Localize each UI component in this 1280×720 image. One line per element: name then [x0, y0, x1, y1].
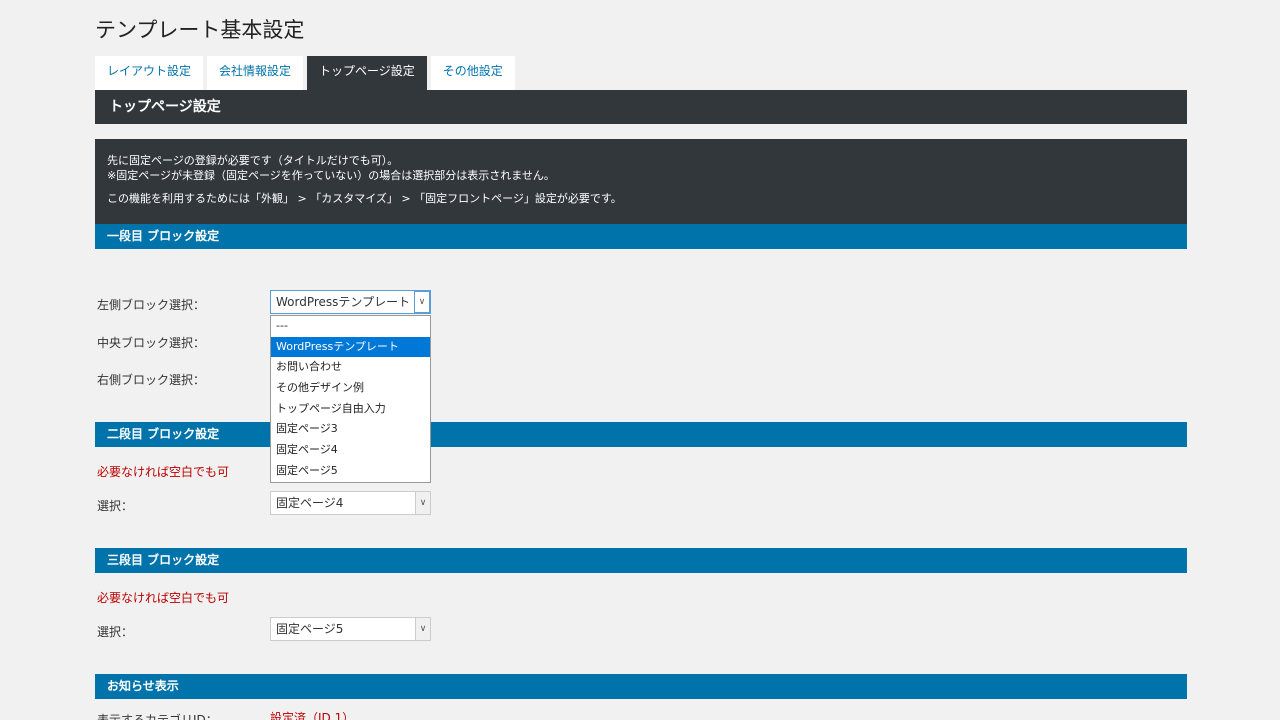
tab-bar: レイアウト設定 会社情報設定 トップページ設定 その他設定: [95, 56, 519, 90]
block2-select-label: 選択：: [97, 499, 134, 513]
block2-select-value: 固定ページ4: [276, 496, 344, 510]
left-block-dropdown-list: --- WordPressテンプレート お問い合わせ その他デザイン例 トップペ…: [270, 315, 431, 483]
tab-layout[interactable]: レイアウト設定: [95, 56, 204, 90]
tab-top-page[interactable]: トップページ設定: [307, 56, 427, 90]
notice-line-1: 先に固定ページの登録が必要です（タイトルだけでも可）。: [107, 154, 399, 167]
dropdown-option[interactable]: 固定ページ3: [271, 419, 430, 440]
block3-select-value: 固定ページ5: [276, 622, 344, 636]
page-title: テンプレート基本設定: [95, 18, 305, 42]
block3-warning: 必要なければ空白でも可: [97, 591, 230, 605]
dropdown-option[interactable]: 固定ページ4: [271, 440, 430, 461]
block3-select[interactable]: 固定ページ5 ∨: [270, 617, 431, 641]
block3-header: 三段目 ブロック設定: [95, 548, 1187, 573]
left-block-select-value: WordPressテンプレート: [276, 295, 411, 309]
left-block-select[interactable]: WordPressテンプレート ∨: [270, 290, 431, 314]
section-header: トップページ設定: [95, 90, 1187, 124]
dropdown-option[interactable]: 固定ページ5: [271, 461, 430, 482]
dropdown-option[interactable]: WordPressテンプレート: [271, 336, 430, 358]
chevron-down-icon: ∨: [414, 291, 430, 313]
dropdown-option[interactable]: お問い合わせ: [271, 357, 430, 378]
chevron-down-icon: ∨: [415, 492, 430, 514]
right-block-label: 右側ブロック選択：: [97, 373, 206, 387]
dropdown-option[interactable]: その他デザイン例: [271, 378, 430, 399]
dropdown-option[interactable]: ---: [271, 316, 430, 337]
settings-page: テンプレート基本設定 レイアウト設定 会社情報設定 トップページ設定 その他設定…: [0, 0, 1280, 720]
tab-company-info[interactable]: 会社情報設定: [207, 56, 304, 90]
notice-box: 先に固定ページの登録が必要です（タイトルだけでも可）。 ※固定ページが未登録（固…: [95, 139, 1187, 224]
block1-header: 一段目 ブロック設定: [95, 224, 1187, 249]
news-category-label: 表示するカテゴリID：: [97, 713, 218, 720]
tab-other[interactable]: その他設定: [430, 56, 515, 90]
notice-line-3: この機能を利用するためには「外観」 > 「カスタマイズ」 > 「固定フロントペー…: [107, 192, 622, 205]
block3-select-label: 選択：: [97, 625, 134, 639]
dropdown-option[interactable]: トップページ自由入力: [271, 399, 430, 420]
block2-header: 二段目 ブロック設定: [95, 422, 1187, 447]
center-block-label: 中央ブロック選択：: [97, 336, 206, 350]
news-header: お知らせ表示: [95, 674, 1187, 699]
news-category-value: 設定済（ID 1）: [270, 711, 355, 720]
block2-select[interactable]: 固定ページ4 ∨: [270, 491, 431, 515]
notice-line-2: ※固定ページが未登録（固定ページを作っていない）の場合は選択部分は表示されません…: [107, 169, 555, 182]
left-block-label: 左側ブロック選択：: [97, 298, 206, 312]
chevron-down-icon: ∨: [415, 618, 430, 640]
block2-warning: 必要なければ空白でも可: [97, 465, 230, 479]
